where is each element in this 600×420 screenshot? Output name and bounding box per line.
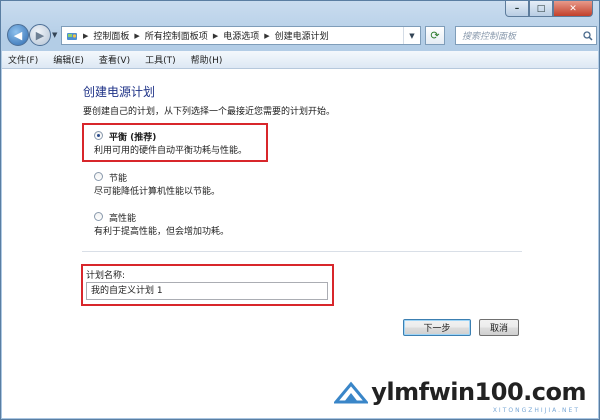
option-description: 尽可能降低计算机性能以节能。	[94, 187, 221, 197]
menu-view[interactable]: 查看(V)	[99, 53, 130, 66]
chevron-down-icon: ▼	[403, 27, 420, 44]
refresh-button[interactable]: ⟳	[425, 26, 445, 45]
maximize-icon: □	[536, 3, 546, 14]
forward-button[interactable]: ▶	[29, 24, 51, 46]
option-description: 有利于提高性能，但会增加功耗。	[94, 227, 230, 237]
radio-balanced[interactable]	[94, 131, 103, 140]
option-title: 高性能	[109, 214, 137, 224]
breadcrumb-item-create-plan[interactable]: 创建电源计划	[275, 29, 329, 42]
watermark: ylmfwin100.com	[334, 380, 586, 404]
minimize-icon: –	[514, 3, 520, 14]
menu-tools[interactable]: 工具(T)	[145, 53, 176, 66]
cancel-button[interactable]: 取消	[479, 319, 519, 336]
breadcrumb-item-power-options[interactable]: 电源选项	[223, 29, 259, 42]
content-pane: 创建电源计划 要创建自己的计划，从下列选择一个最接近您需要的计划开始。 平衡 (…	[2, 69, 598, 418]
breadcrumb-item-all-items[interactable]: 所有控制面板项	[145, 29, 208, 42]
menu-bar: 文件(F) 编辑(E) 查看(V) 工具(T) 帮助(H)	[2, 51, 598, 69]
page-title: 创建电源计划	[83, 85, 156, 99]
breadcrumb-separator-icon: ▶	[264, 31, 270, 40]
watermark-text: ylmfwin100.com	[371, 378, 586, 406]
radio-power-saver[interactable]	[94, 172, 103, 181]
option-description: 利用可用的硬件自动平衡功耗与性能。	[94, 146, 248, 156]
plan-name-label: 计划名称:	[86, 271, 126, 281]
minimize-button[interactable]: –	[505, 1, 529, 17]
radio-high-performance[interactable]	[94, 212, 103, 221]
control-panel-icon	[66, 30, 78, 42]
watermark-logo-icon	[334, 381, 369, 404]
option-title: 平衡 (推荐)	[109, 133, 157, 143]
menu-edit[interactable]: 编辑(E)	[53, 53, 84, 66]
breadcrumb-separator-icon: ▶	[212, 31, 219, 40]
back-button[interactable]: ◀	[7, 24, 29, 46]
watermark-subtext: XITONGZHIJIA.NET	[492, 407, 580, 414]
breadcrumb-separator-icon: ▶	[134, 31, 140, 40]
address-dropdown[interactable]: ▼	[403, 27, 420, 44]
menu-help[interactable]: 帮助(H)	[191, 53, 223, 66]
caption-buttons: – □ ✕	[505, 1, 593, 17]
forward-arrow-icon: ▶	[35, 28, 45, 42]
next-button[interactable]: 下一步	[403, 319, 471, 336]
back-arrow-icon: ◀	[13, 28, 23, 42]
close-button[interactable]: ✕	[553, 1, 593, 17]
maximize-button[interactable]: □	[529, 1, 553, 17]
menu-file[interactable]: 文件(F)	[8, 53, 38, 66]
breadcrumb-item-control-panel[interactable]: 控制面板	[93, 29, 129, 42]
refresh-icon: ⟳	[430, 29, 440, 42]
close-icon: ✕	[569, 3, 577, 14]
search-placeholder: 搜索控制面板	[462, 32, 517, 42]
page-intro: 要创建自己的计划，从下列选择一个最接近您需要的计划开始。	[83, 107, 336, 117]
recent-pages-dropdown[interactable]: ▼	[52, 31, 57, 39]
address-bar[interactable]: ▶ 控制面板 ▶ 所有控制面板项 ▶ 电源选项 ▶ 创建电源计划 ▼	[61, 26, 421, 45]
search-input[interactable]: 搜索控制面板	[455, 26, 597, 45]
option-title: 节能	[109, 174, 128, 184]
search-icon[interactable]	[580, 30, 596, 41]
window: – □ ✕ ◀ ▶ ▼ ▶ 控制面板 ▶ 所有控制面板项 ▶ 电源选项 ▶ 创建…	[0, 0, 600, 420]
divider	[82, 251, 522, 252]
breadcrumb-separator-icon: ▶	[83, 31, 89, 40]
plan-name-input[interactable]: 我的自定义计划 1	[86, 282, 328, 300]
address-row: ◀ ▶ ▼ ▶ 控制面板 ▶ 所有控制面板项 ▶ 电源选项 ▶ 创建电源计划 ▼…	[5, 23, 597, 49]
